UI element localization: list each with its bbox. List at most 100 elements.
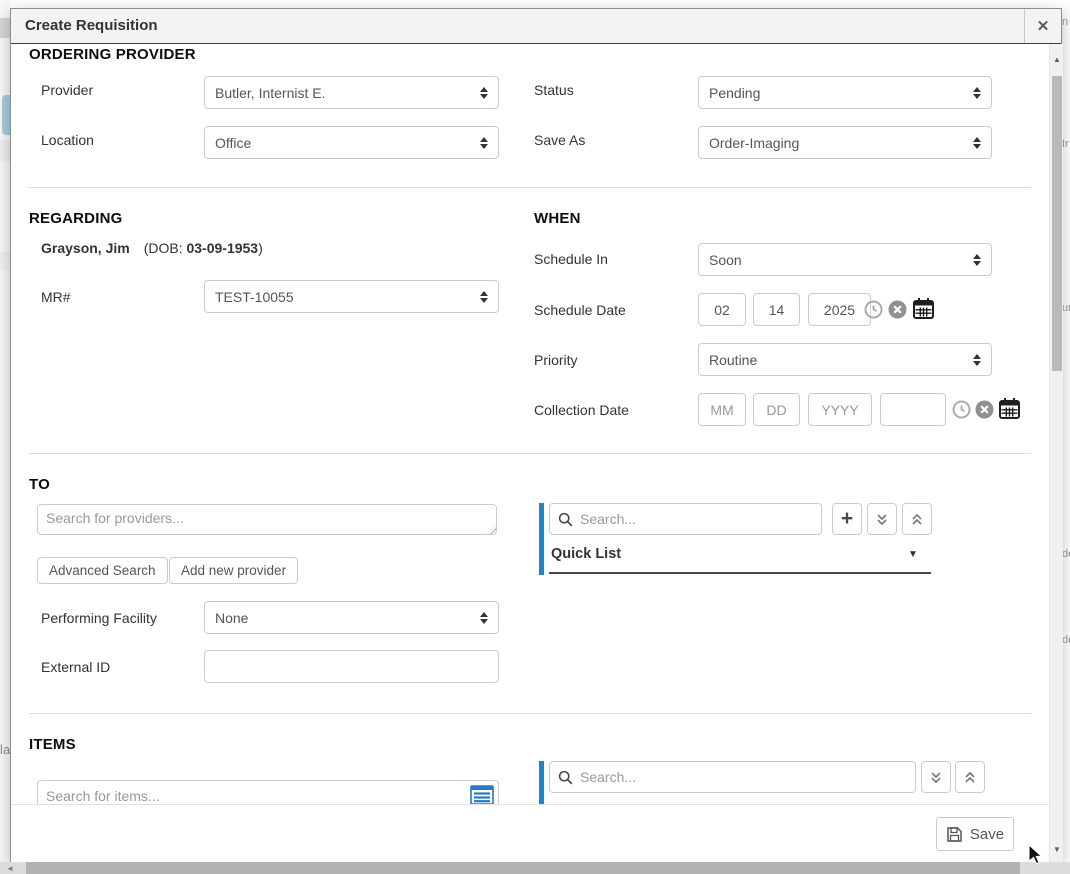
- external-id-label: External ID: [41, 659, 110, 675]
- select-arrows-icon: [973, 87, 981, 99]
- provider-search-textarea[interactable]: [37, 504, 497, 535]
- section-divider: [29, 713, 1031, 714]
- background-page-left-strip: la: [0, 0, 10, 862]
- select-arrows-icon: [480, 137, 488, 149]
- status-select[interactable]: Pending: [698, 76, 992, 109]
- clear-date-icon[interactable]: [888, 300, 907, 319]
- horizontal-scrollbar[interactable]: ◄: [0, 862, 1070, 874]
- schedule-in-select[interactable]: Soon: [698, 243, 992, 276]
- external-id-input[interactable]: [204, 650, 499, 683]
- section-heading-to: TO: [29, 476, 50, 493]
- item-search-input[interactable]: [37, 780, 499, 804]
- screen: la n Ir ur de de Create Requisition ✕ OR…: [0, 0, 1070, 874]
- add-to-list-button[interactable]: +: [832, 503, 862, 535]
- background-text-fragment: de: [1062, 634, 1070, 646]
- plus-icon: +: [841, 508, 853, 529]
- priority-select-value: Routine: [709, 352, 757, 368]
- panel-accent-bar: [539, 503, 544, 575]
- save-as-label: Save As: [534, 132, 585, 148]
- collection-month-input[interactable]: [698, 393, 746, 426]
- save-button[interactable]: Save: [936, 817, 1014, 851]
- schedule-month-input[interactable]: [698, 293, 746, 326]
- background-text-fragment: n: [1062, 16, 1068, 28]
- collapse-all-button[interactable]: [902, 503, 932, 535]
- select-arrows-icon: [973, 137, 981, 149]
- clear-date-icon[interactable]: [975, 400, 994, 419]
- select-arrows-icon: [480, 612, 488, 624]
- mr-select-value: TEST-10055: [215, 289, 294, 305]
- priority-label: Priority: [534, 352, 578, 368]
- expand-all-button[interactable]: [921, 761, 951, 793]
- section-divider: [29, 187, 1031, 188]
- calendar-icon[interactable]: [912, 297, 935, 320]
- background-fragment: [2, 95, 10, 135]
- close-icon: ✕: [1037, 17, 1050, 35]
- scroll-left-arrow[interactable]: ◄: [2, 862, 18, 874]
- items-panel-search-input[interactable]: [580, 769, 907, 785]
- horizontal-scrollbar-thumb[interactable]: [26, 862, 1020, 874]
- double-chevron-up-icon: [963, 771, 977, 784]
- clock-icon[interactable]: [952, 400, 971, 419]
- collection-day-input[interactable]: [753, 393, 800, 426]
- schedule-year-input[interactable]: [808, 293, 871, 326]
- mr-label: MR#: [41, 289, 71, 305]
- background-text-fragment: ur: [1062, 302, 1070, 314]
- collection-time-input[interactable]: [880, 393, 946, 426]
- background-fragment: [0, 252, 10, 270]
- expand-all-button[interactable]: [867, 503, 897, 535]
- double-chevron-down-icon: [929, 771, 943, 784]
- background-text-fragment: la: [0, 742, 10, 757]
- location-select-value: Office: [215, 135, 251, 151]
- items-panel-search[interactable]: [549, 761, 916, 793]
- select-arrows-icon: [480, 291, 488, 303]
- background-text-fragment: de: [1062, 548, 1070, 560]
- collapse-all-button[interactable]: [955, 761, 985, 793]
- vertical-scrollbar-thumb[interactable]: [1052, 76, 1062, 371]
- schedule-day-input[interactable]: [753, 293, 800, 326]
- select-arrows-icon: [973, 354, 981, 366]
- select-arrows-icon: [480, 87, 488, 99]
- patient-summary: Grayson, Jim (DOB: 03-09-1953): [41, 240, 263, 256]
- provider-select-value: Butler, Internist E.: [215, 85, 326, 101]
- patient-name: Grayson, Jim: [41, 240, 130, 256]
- save-as-select[interactable]: Order-Imaging: [698, 126, 992, 159]
- dialog-header: Create Requisition ✕: [11, 9, 1061, 44]
- priority-select[interactable]: Routine: [698, 343, 992, 376]
- caret-down-icon[interactable]: ▼: [908, 549, 918, 560]
- background-fragment: [0, 18, 10, 38]
- to-panel-search[interactable]: [549, 503, 822, 535]
- quick-list-underline: [549, 572, 931, 574]
- status-select-value: Pending: [709, 85, 760, 101]
- advanced-search-button[interactable]: Advanced Search: [37, 557, 168, 584]
- schedule-date-label: Schedule Date: [534, 302, 626, 318]
- location-select[interactable]: Office: [204, 126, 499, 159]
- status-label: Status: [534, 82, 574, 98]
- provider-select[interactable]: Butler, Internist E.: [204, 76, 499, 109]
- background-page-right-strip: n Ir ur de de: [1062, 0, 1070, 862]
- vertical-scrollbar[interactable]: ▲ ▼: [1049, 44, 1063, 863]
- section-divider: [29, 453, 1031, 454]
- clock-icon[interactable]: [864, 300, 883, 319]
- mr-select[interactable]: TEST-10055: [204, 280, 499, 313]
- section-heading-when: WHEN: [534, 210, 581, 227]
- dialog-footer: Save: [11, 804, 1049, 863]
- close-button[interactable]: ✕: [1024, 9, 1061, 43]
- dialog-body: ORDERING PROVIDER Provider Butler, Inter…: [11, 44, 1049, 804]
- section-heading-regarding: REGARDING: [29, 210, 122, 227]
- to-panel-search-input[interactable]: [580, 511, 813, 527]
- calendar-icon[interactable]: [998, 397, 1021, 420]
- performing-facility-label: Performing Facility: [41, 610, 157, 626]
- scroll-down-arrow[interactable]: ▼: [1050, 842, 1064, 856]
- scroll-up-arrow[interactable]: ▲: [1050, 52, 1064, 66]
- add-new-provider-button[interactable]: Add new provider: [169, 557, 298, 584]
- save-as-select-value: Order-Imaging: [709, 135, 799, 151]
- background-text-fragment: Ir: [1062, 138, 1069, 150]
- item-table-icon[interactable]: [469, 784, 495, 804]
- schedule-in-select-value: Soon: [709, 252, 742, 268]
- quick-list-header[interactable]: Quick List: [551, 546, 621, 562]
- collection-year-input[interactable]: [808, 393, 872, 426]
- double-chevron-down-icon: [875, 513, 889, 526]
- panel-accent-bar: [539, 761, 544, 804]
- search-icon: [558, 770, 573, 785]
- performing-facility-select[interactable]: None: [204, 601, 499, 634]
